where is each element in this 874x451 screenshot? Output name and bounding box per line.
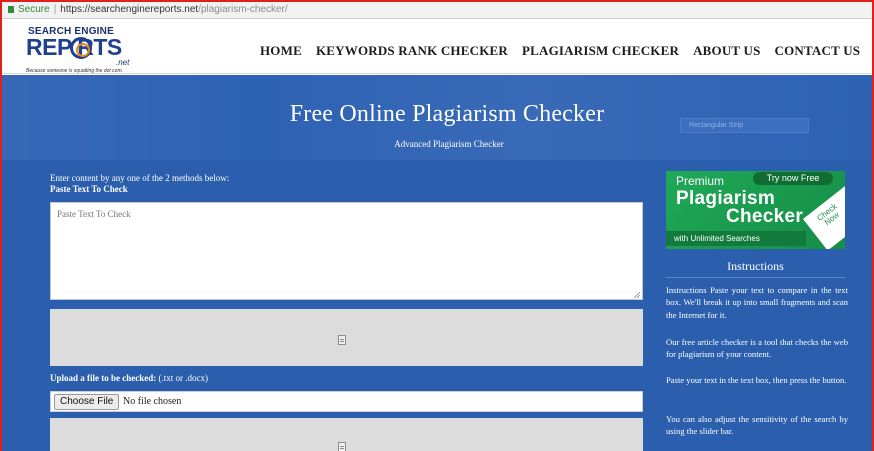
nav-contact-us[interactable]: CONTACT US xyxy=(775,43,861,59)
promo-strip[interactable]: Rectangular Strip xyxy=(680,118,809,133)
paste-text-input[interactable] xyxy=(50,202,643,300)
upload-captcha-placeholder xyxy=(50,418,643,451)
instructions-paragraph: Instructions Paste your text to compare … xyxy=(666,285,848,320)
resize-grip-icon[interactable] xyxy=(633,291,641,299)
ad-unlimited-text: with Unlimited Searches xyxy=(666,231,806,246)
instructions-title: Instructions xyxy=(727,259,784,273)
paste-heading: Paste Text To Check xyxy=(50,184,128,194)
captcha-placeholder xyxy=(50,309,643,366)
secure-label: Secure xyxy=(18,4,50,15)
instructions-paragraph: Our free article checker is a tool that … xyxy=(666,337,848,360)
ad-checker-text: Checker xyxy=(726,206,804,227)
address-separator: | xyxy=(53,4,57,15)
logo-text-tld: .net xyxy=(116,58,130,67)
main-nav: HOME KEYWORDS RANK CHECKER PLAGIARISM CH… xyxy=(260,43,872,59)
address-bar[interactable]: Secure | https://searchenginereports.net/p… xyxy=(2,2,872,19)
site-header: SEARCH ENGINE REP RTS .net Because someo… xyxy=(2,19,872,74)
url-path: /plagiarism-checker/ xyxy=(198,4,288,15)
upload-label: Upload a file to be checked: (.txt or .d… xyxy=(50,373,208,383)
file-upload-field: Choose File No file chosen xyxy=(50,391,643,412)
ad-check-now-corner: Check Now xyxy=(803,182,845,249)
page-subtitle: Advanced Plagiarism Checker xyxy=(394,139,504,149)
file-status: No file chosen xyxy=(123,396,182,407)
upload-label-text: Upload a file to be checked: xyxy=(50,373,157,383)
logo-tagline: Because someone is squatting the dot com… xyxy=(26,68,124,74)
site-logo[interactable]: SEARCH ENGINE REP RTS .net Because someo… xyxy=(24,26,144,74)
lock-icon xyxy=(8,6,14,13)
ad-premium-text: Premium xyxy=(676,174,725,188)
instructions-paragraph: Paste your text in the text box, then pr… xyxy=(666,375,847,385)
broken-image-icon xyxy=(338,442,346,451)
intro-text: Enter content by any one of the 2 method… xyxy=(50,173,230,183)
instructions-divider xyxy=(666,277,845,278)
main-content: Enter content by any one of the 2 method… xyxy=(2,160,872,451)
hero-banner: Free Online Plagiarism Checker Advanced … xyxy=(2,75,872,160)
premium-ad-banner[interactable]: Premium Try now Free Plagiarism Checker … xyxy=(666,171,845,249)
broken-image-icon xyxy=(338,335,346,345)
upload-hint: (.txt or .docx) xyxy=(158,373,209,383)
ad-try-now-badge: Try now Free xyxy=(753,172,833,185)
choose-file-button[interactable]: Choose File xyxy=(54,394,120,410)
url-host: https://searchenginereports.net xyxy=(60,4,199,15)
nav-home[interactable]: HOME xyxy=(260,43,302,59)
nav-plagiarism-checker[interactable]: PLAGIARISM CHECKER xyxy=(522,43,679,59)
instructions-paragraph: You can also adjust the sensitivity of t… xyxy=(666,414,848,437)
nav-keywords-rank-checker[interactable]: KEYWORDS RANK CHECKER xyxy=(316,43,508,59)
browser-window: Secure | https://searchenginereports.net/p… xyxy=(0,0,874,451)
ad-check-now-text: Check Now xyxy=(815,201,841,228)
logo-ring-icon xyxy=(70,37,92,59)
nav-about-us[interactable]: ABOUT US xyxy=(693,43,760,59)
